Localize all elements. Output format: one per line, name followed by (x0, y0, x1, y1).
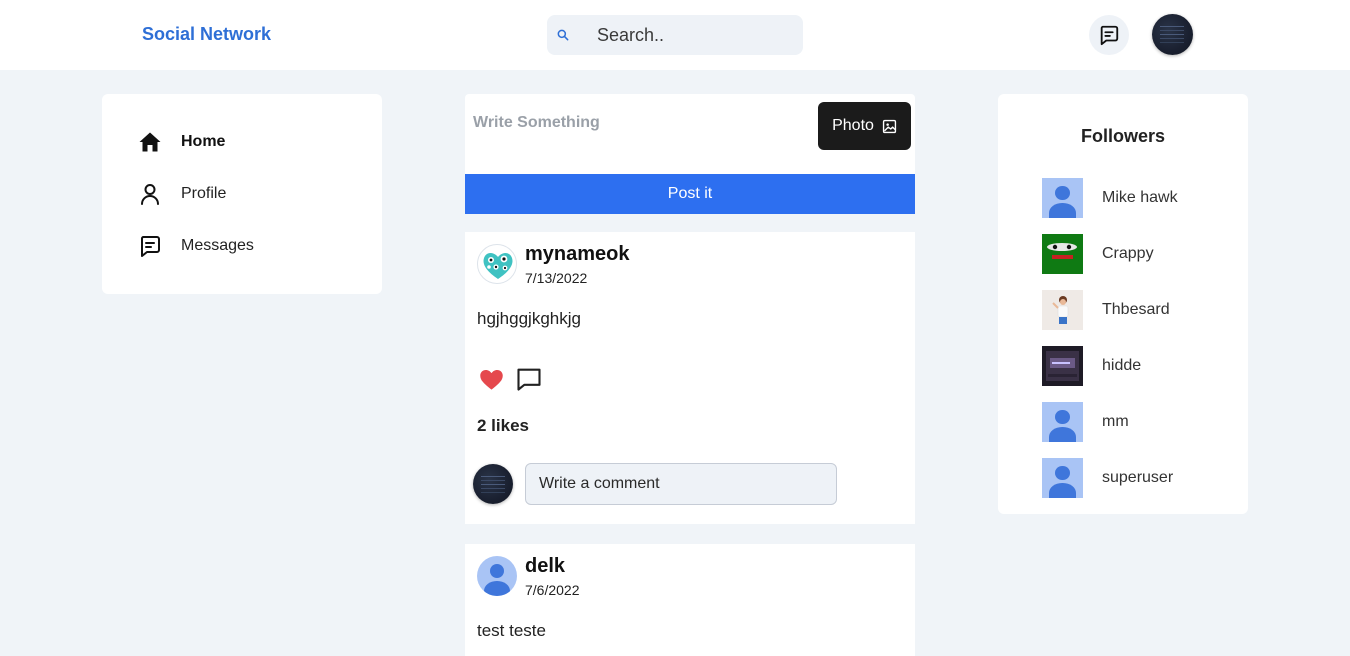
nav-item-label: Profile (181, 185, 227, 202)
follower-avatar (1042, 178, 1083, 218)
follower-name: mm (1102, 413, 1129, 430)
commenter-avatar (473, 464, 513, 504)
follower-item[interactable]: mm (1042, 402, 1129, 442)
home-icon (138, 130, 162, 154)
top-header: Social Network (0, 0, 1350, 70)
follower-name: hidde (1102, 357, 1142, 374)
messages-button[interactable] (1089, 15, 1129, 55)
follower-item[interactable]: Thbesard (1042, 290, 1170, 330)
message-icon (1100, 25, 1119, 46)
follower-item[interactable]: superuser (1042, 458, 1173, 498)
search-bar (547, 15, 803, 55)
follower-avatar (1042, 290, 1083, 330)
post-card: delk 7/6/2022 test teste (465, 544, 915, 656)
brand-logo[interactable]: Social Network (142, 24, 271, 45)
followers-panel: Followers Mike hawk Crappy Thbesard hidd… (998, 94, 1248, 514)
nav-item-profile[interactable]: Profile (138, 180, 226, 208)
post-author-name[interactable]: mynameok (525, 243, 630, 266)
likes-count: 2 likes (477, 416, 529, 435)
nav-item-label: Messages (181, 237, 254, 254)
followers-title: Followers (1080, 126, 1165, 146)
post-text: test teste (477, 621, 546, 640)
post-it-button[interactable]: Post it (465, 174, 915, 214)
post-card: mynameok 7/13/2022 hgjhggjkghkjg 2 likes (465, 232, 915, 524)
comment-icon (517, 368, 541, 391)
nav-item-messages[interactable]: Messages (138, 232, 254, 260)
post-actions (477, 365, 553, 393)
follower-avatar (1042, 402, 1083, 442)
sidebar-nav: Home Profile Messages (102, 94, 382, 294)
post-author-avatar[interactable] (477, 244, 517, 284)
post-date: 7/6/2022 (525, 582, 580, 598)
post-composer: Photo Post it (465, 94, 915, 214)
heart-icon (479, 369, 503, 390)
post-text: hgjhggjkghkjg (477, 309, 581, 328)
follower-name: Thbesard (1102, 301, 1170, 318)
nav-item-label: Home (181, 133, 226, 150)
user-avatar[interactable] (1152, 14, 1193, 55)
nav-item-home[interactable]: Home (138, 128, 225, 156)
follower-item[interactable]: hidde (1042, 346, 1141, 386)
photo-button[interactable]: Photo (818, 102, 911, 150)
user-icon (138, 182, 162, 206)
search-icon (557, 29, 569, 41)
follower-name: Mike hawk (1102, 189, 1178, 206)
follower-avatar (1042, 234, 1083, 274)
search-input[interactable] (597, 23, 787, 47)
follower-avatar (1042, 346, 1083, 386)
follower-item[interactable]: Mike hawk (1042, 178, 1178, 218)
photo-button-label: Photo (832, 117, 874, 134)
follower-name: superuser (1102, 469, 1174, 486)
post-text-input[interactable] (473, 114, 803, 138)
post-date: 7/13/2022 (525, 270, 588, 286)
post-author-avatar[interactable] (477, 556, 517, 596)
image-icon (882, 119, 897, 133)
follower-name: Crappy (1102, 245, 1154, 262)
post-author-name[interactable]: delk (525, 555, 565, 578)
follower-item[interactable]: Crappy (1042, 234, 1154, 274)
like-button[interactable] (477, 365, 505, 393)
comment-input[interactable] (525, 463, 837, 505)
follower-avatar (1042, 458, 1083, 498)
comment-button[interactable] (515, 365, 543, 393)
message-icon (138, 234, 162, 258)
